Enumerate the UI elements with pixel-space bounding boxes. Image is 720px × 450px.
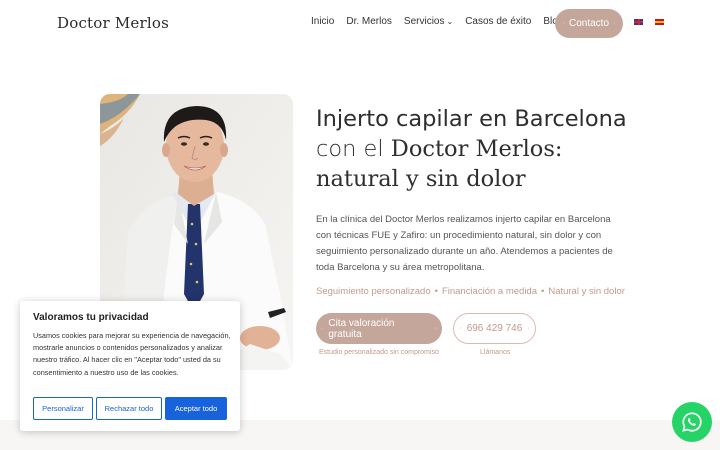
nav-item-dr-merlos[interactable]: Dr. Merlos: [346, 16, 392, 27]
cookie-title: Valoramos tu privacidad: [33, 312, 149, 323]
bullet-separator: •: [541, 286, 545, 297]
hero-description: En la clínica del Doctor Merlos realizam…: [316, 214, 613, 273]
dot-icon: ·: [613, 20, 616, 27]
cookie-consent-banner: Valoramos tu privacidad Usamos cookies p…: [20, 301, 240, 431]
hero-features: Seguimiento personalizado • Financiación a…: [316, 286, 625, 297]
nav-item-inicio[interactable]: Inicio: [311, 16, 334, 27]
nav-item-servicios-label: Servicios: [403, 16, 445, 27]
dot-icon: ·: [434, 325, 437, 332]
cookie-text: Usamos cookies para mejorar su experienc…: [33, 331, 231, 377]
feature-item: Natural y sin dolor: [548, 286, 625, 297]
phone-subtitle: Llámanos: [480, 349, 511, 356]
cta-subtitle: Estudio personalizado sin compromiso: [319, 349, 439, 356]
dot-icon: ·: [459, 325, 462, 332]
chevron-down-icon: ⌄: [446, 17, 454, 26]
bullet-separator: •: [434, 286, 438, 297]
dot-icon: ·: [562, 20, 565, 27]
feature-item: Seguimiento personalizado: [316, 286, 431, 297]
free-appointment-button-label: Cita valoración gratuita: [328, 317, 395, 340]
main-nav: Inicio Dr. Merlos Servicios ⌄ Casos de éx…: [311, 16, 575, 27]
dot-icon: ·: [527, 325, 530, 332]
hero-title-line1: Injerto capilar en Barcelona: [316, 106, 627, 132]
site-logo[interactable]: Doctor Merlos: [57, 14, 169, 32]
es-flag-icon[interactable]: [655, 19, 664, 25]
customize-cookies-button[interactable]: Personalizar: [33, 397, 93, 420]
hero-title-line2-plain: con el: [316, 136, 391, 162]
phone-button-label: 696 429 746: [466, 323, 523, 334]
hero-title: Injerto capilar en Barcelona con el Doct…: [316, 104, 636, 194]
accept-all-cookies-button[interactable]: Aceptar todo: [165, 397, 227, 420]
contact-button-label: Contacto: [568, 18, 610, 29]
en-flag-icon[interactable]: [634, 19, 643, 25]
whatsapp-button[interactable]: [672, 402, 712, 442]
phone-button[interactable]: · 696 429 746 ·: [453, 313, 536, 344]
whatsapp-icon: [682, 412, 702, 432]
reject-all-cookies-button[interactable]: Rechazar todo: [96, 397, 162, 420]
dot-icon: ·: [321, 325, 324, 332]
hero-title-line2-emphasis: Doctor Merlos:: [390, 136, 563, 162]
nav-item-casos-de-exito[interactable]: Casos de éxito: [465, 16, 531, 27]
feature-item: Financiación a medida: [441, 286, 537, 297]
nav-item-servicios[interactable]: Servicios ⌄: [404, 16, 453, 27]
contact-button[interactable]: · Contacto ·: [555, 9, 623, 38]
free-appointment-button[interactable]: · Cita valoración gratuita ·: [316, 313, 442, 344]
hero-title-line3: natural y sin dolor: [316, 166, 526, 192]
